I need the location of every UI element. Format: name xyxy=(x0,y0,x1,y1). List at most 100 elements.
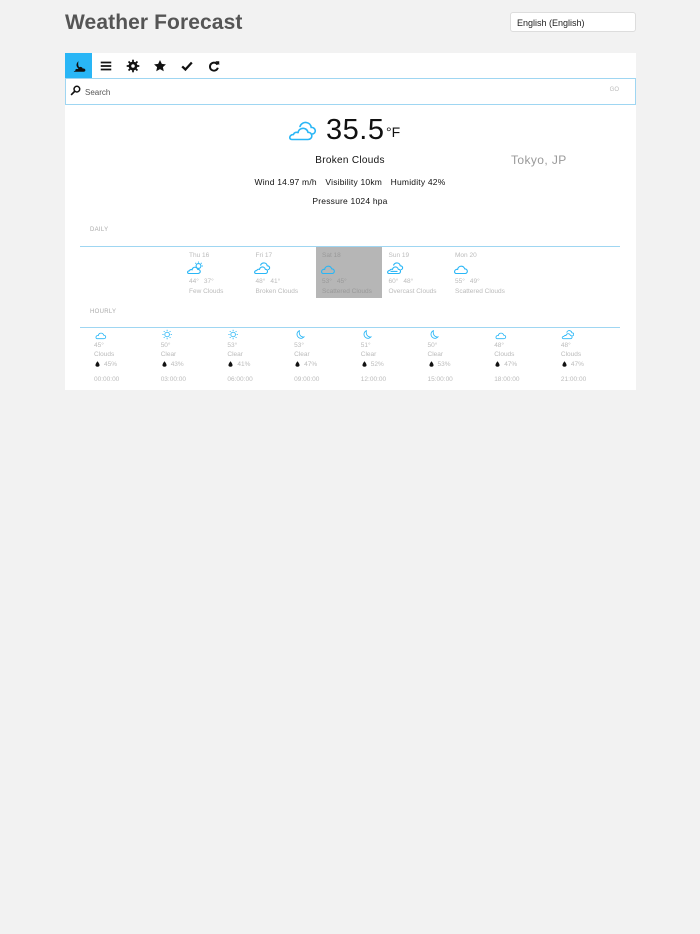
pressure-value: Pressure 1024 hpa xyxy=(312,196,388,206)
day-high-temp: 55° xyxy=(455,278,465,285)
day-condition: Scattered Clouds xyxy=(455,288,505,295)
humidity-drop-icon xyxy=(295,361,300,367)
day-condition: Few Clouds xyxy=(189,288,224,295)
weather-icon xyxy=(73,60,85,72)
search-bar: GO xyxy=(65,78,636,105)
weather-details: Wind 14.97 m/h Visibility 10km Humidity … xyxy=(215,177,485,187)
humidity-drop-icon xyxy=(228,361,233,367)
hour-temperature: 50° xyxy=(160,342,171,349)
day-high-temp: 48° xyxy=(255,278,266,285)
hour-temperature: 50° xyxy=(427,342,438,349)
hour-temperature: 53° xyxy=(227,342,238,349)
search-input[interactable] xyxy=(85,84,585,100)
hour-humidity: 45% xyxy=(104,361,118,368)
weather-button[interactable] xyxy=(65,53,92,78)
day-condition: Broken Clouds xyxy=(255,288,299,295)
hour-temperature: 48° xyxy=(560,342,571,349)
day-high-temp: 53° xyxy=(322,278,332,285)
moon-icon xyxy=(363,329,372,339)
hour-condition: Clear xyxy=(294,351,310,358)
weather-card: GO 35.5 °F Broken Clouds Tokyo, JP Wind … xyxy=(65,53,636,390)
hour-condition: Clear xyxy=(160,351,177,358)
daily-forecast-day[interactable]: Thu 16 44° 37° Few Clouds xyxy=(183,247,249,298)
day-label: Mon 20 xyxy=(455,252,477,259)
hour-temperature: 53° xyxy=(294,342,304,349)
day-condition: Overcast Clouds xyxy=(388,288,437,295)
current-condition: Broken Clouds xyxy=(315,155,385,166)
day-label: Sun 19 xyxy=(388,252,410,259)
favorites-button[interactable] xyxy=(146,53,173,78)
hour-temperature: 45° xyxy=(94,342,104,349)
day-low-temp: 45° xyxy=(336,278,347,285)
hour-temperature: 51° xyxy=(360,342,371,349)
settings-button[interactable] xyxy=(119,53,146,78)
day-label: Fri 17 xyxy=(255,252,273,259)
daily-forecast-day[interactable]: Mon 20 55° 49° Scattered Clouds xyxy=(449,247,515,298)
hour-humidity: 47% xyxy=(570,361,584,368)
broken-clouds-icon xyxy=(561,330,574,340)
hourly-divider xyxy=(80,327,620,328)
broken-clouds-icon xyxy=(288,121,317,141)
hour-condition: Clear xyxy=(227,351,243,358)
day-low-temp: 49° xyxy=(469,278,480,285)
sun-icon xyxy=(228,329,239,340)
hour-humidity: 52% xyxy=(370,361,384,368)
day-temperatures: 55° 49° xyxy=(455,278,485,285)
day-label: Sat 18 xyxy=(322,252,341,259)
hour-humidity: 47% xyxy=(304,361,318,368)
hour-temperature: 48° xyxy=(494,342,505,349)
refresh-icon xyxy=(208,60,219,72)
hour-condition: Clouds xyxy=(560,351,582,358)
confirm-button[interactable] xyxy=(173,53,200,78)
gear-icon xyxy=(126,59,139,72)
humidity-drop-icon xyxy=(562,361,567,367)
cloud-icon xyxy=(495,332,507,340)
current-temperature: 35.5 xyxy=(326,114,385,146)
humidity-drop-icon xyxy=(495,361,500,367)
hour-condition: Clear xyxy=(360,351,377,358)
scattered-clouds-icon xyxy=(454,265,468,274)
refresh-button[interactable] xyxy=(200,53,227,78)
humidity-drop-icon xyxy=(162,361,167,367)
page-title: Weather Forecast xyxy=(65,11,243,34)
hour-humidity: 53% xyxy=(437,361,451,368)
moon-icon xyxy=(430,329,439,339)
humidity-drop-icon xyxy=(362,361,367,367)
day-temperatures: 44° 37° xyxy=(189,278,219,285)
day-low-temp: 37° xyxy=(203,278,214,285)
day-high-temp: 44° xyxy=(189,278,199,285)
humidity-value: Humidity 42% xyxy=(390,177,446,187)
hour-time: 09:00:00 xyxy=(294,376,320,383)
daily-forecast-day[interactable]: Fri 17 48° 41° Broken Clouds xyxy=(250,247,316,298)
broken-clouds-icon xyxy=(253,262,270,274)
hour-time: 18:00:00 xyxy=(494,376,520,383)
menu-button[interactable] xyxy=(92,53,119,78)
day-condition: Scattered Clouds xyxy=(322,288,372,295)
language-select[interactable]: English (English) xyxy=(510,12,636,32)
day-temperatures: 48° 41° xyxy=(256,278,286,285)
day-label: Thu 16 xyxy=(189,252,210,259)
daily-forecast-day[interactable]: Sat 18 53° 45° Scattered Clouds xyxy=(316,247,382,298)
moon-icon xyxy=(296,329,306,339)
cloud-icon xyxy=(95,332,107,340)
hour-time: 06:00:00 xyxy=(227,376,253,383)
toolbar xyxy=(65,53,227,78)
hour-time: 15:00:00 xyxy=(427,376,453,383)
day-low-temp: 48° xyxy=(403,278,414,285)
daily-section-label: DAILY xyxy=(90,227,109,233)
hour-time: 00:00:00 xyxy=(94,376,120,383)
check-icon xyxy=(180,61,193,71)
few-clouds-icon xyxy=(187,261,203,274)
location-label: Tokyo, JP xyxy=(511,153,567,167)
day-temperatures: 53° 45° xyxy=(322,278,352,285)
daily-forecast-day[interactable]: Sun 19 60° 48° Overcast Clouds xyxy=(383,247,449,298)
hour-humidity: 43% xyxy=(170,361,184,368)
go-button[interactable]: GO xyxy=(610,87,619,93)
day-high-temp: 60° xyxy=(388,278,399,285)
menu-icon xyxy=(100,61,111,70)
visibility-value: Visibility 10km xyxy=(325,177,383,187)
hour-time: 21:00:00 xyxy=(560,376,587,383)
hour-humidity: 47% xyxy=(504,361,518,368)
search-icon xyxy=(70,85,81,96)
sun-icon xyxy=(162,329,172,340)
